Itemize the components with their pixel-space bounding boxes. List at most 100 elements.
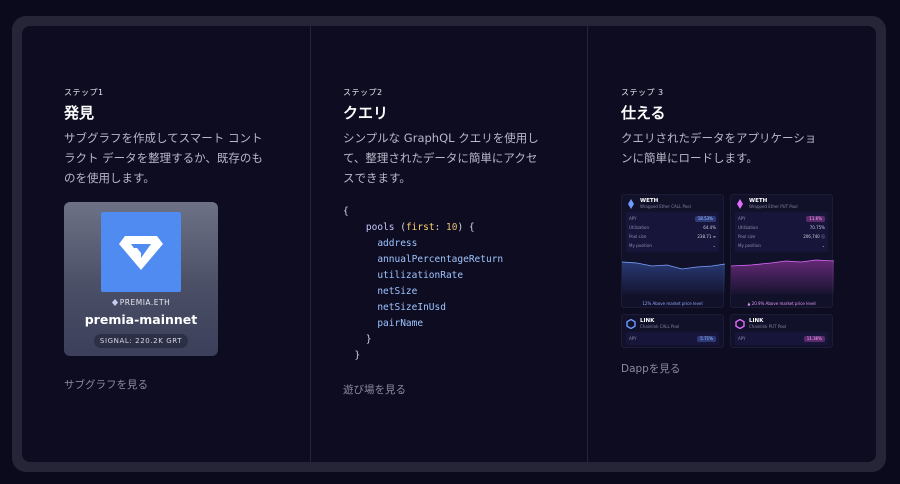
ens-icon <box>111 299 118 306</box>
desc-line: クエリされたデータをアプリケーショ <box>621 131 817 145</box>
step-label: ステップ1 <box>64 88 104 97</box>
row-value: 206,740 ⓢ <box>803 234 825 239</box>
code-line: address <box>343 236 503 252</box>
apy-label: APY <box>629 216 637 221</box>
subgraph-card[interactable]: PREMIA.ETH premia-mainnet SIGNAL: 220.2K… <box>64 202 218 356</box>
code-arg-name: first <box>405 222 435 233</box>
step-label: ステップ 3 <box>621 88 664 97</box>
row-value: 64.4% <box>703 225 716 230</box>
pool-stats: APY 5.71% <box>626 332 719 345</box>
step-query: ステップ2 クエリ シンプルな GraphQL クエリを使用し て、整理されたデ… <box>310 26 588 462</box>
code-brace: } <box>365 334 372 345</box>
step-title: クエリ <box>343 104 389 122</box>
premia-logo-icon <box>101 212 181 292</box>
price-chart <box>621 261 726 294</box>
chevron-down-icon: ⌄ <box>712 243 716 248</box>
code-field: annualPercentageReturn <box>377 254 504 265</box>
pool-footer: 12% Above market price level <box>642 301 703 306</box>
desc-line: のを使用します。 <box>64 171 155 185</box>
pool-card[interactable]: WETH Wrapped Ether CALL Pool APY 18.53% U… <box>621 194 726 308</box>
step-title: 仕える <box>621 104 666 122</box>
code-brace: { <box>343 206 349 217</box>
code-line: netSizeInUsd <box>343 300 503 316</box>
desc-line: ンに簡単にロードします。 <box>621 151 758 165</box>
row-value: 70.75% <box>809 225 825 230</box>
pool-row[interactable]: My position ⌄ <box>629 241 716 250</box>
subgraph-name: premia-mainnet <box>84 312 198 327</box>
apy-label: APY <box>738 336 746 341</box>
pool-row: APY 11.6% <box>738 214 825 223</box>
code-line: } <box>343 348 503 364</box>
pool-card[interactable]: LINK Chainlink PUT Pool APY 11.36% <box>730 314 833 348</box>
row-label: My position <box>629 243 652 248</box>
pool-row: Utilization 64.4% <box>629 223 716 232</box>
pool-subtitle: Chainlink PUT Pool <box>749 324 787 329</box>
row-label: My position <box>738 243 761 248</box>
subgraph-ens-name: PREMIA.ETH <box>64 298 218 307</box>
view-dapp-link[interactable]: Dappを見る <box>621 361 680 376</box>
apy-badge: 5.71% <box>697 335 716 342</box>
code-field: utilizationRate <box>377 270 464 281</box>
code-field: address <box>377 238 418 249</box>
desc-line: て、整理されたデータに簡単にアクセ <box>343 151 538 165</box>
desc-line: ラクト データを整理するか、既存のも <box>64 151 263 165</box>
code-line: netSize <box>343 284 503 300</box>
desc-line: スできます。 <box>343 171 411 185</box>
step-description: シンプルな GraphQL クエリを使用し て、整理されたデータに簡単にアクセ … <box>343 128 558 188</box>
pool-row: APY 11.36% <box>738 334 825 343</box>
code-line: utilizationRate <box>343 268 503 284</box>
pool-row: APY 5.71% <box>629 334 716 343</box>
ethereum-icon <box>628 198 634 209</box>
apy-badge: 11.6% <box>806 215 825 222</box>
ens-label: PREMIA.ETH <box>119 298 171 307</box>
step-title: 発見 <box>64 104 95 122</box>
row-label: Pool size <box>738 234 756 239</box>
chainlink-icon <box>626 318 636 329</box>
apy-label: APY <box>738 216 746 221</box>
row-label: Utilization <box>738 225 759 230</box>
code-field: netSizeInUsd <box>377 302 446 313</box>
step-description: サブグラフを作成してスマート コント ラクト データを整理するか、既存のも のを… <box>64 128 274 188</box>
chainlink-icon <box>735 318 745 329</box>
pool-row: Pool size 238.71 ≡ <box>629 232 716 241</box>
code-entity: pools <box>365 222 395 233</box>
code-line: annualPercentageReturn <box>343 252 503 268</box>
row-label: Pool size <box>629 234 647 239</box>
pool-header: LINK Chainlink PUT Pool <box>731 315 832 332</box>
step-description: クエリされたデータをアプリケーショ ンに簡単にロードします。 <box>621 128 851 168</box>
pool-row: Pool size 206,740 ⓢ <box>738 232 825 241</box>
code-line: pools (first: 10) { <box>365 222 475 233</box>
pool-card[interactable]: LINK Chainlink CALL Pool APY 5.71% <box>621 314 724 348</box>
row-label: Utilization <box>629 225 650 230</box>
code-line: } <box>343 332 503 348</box>
subgraph-signal-badge: SIGNAL: 220.2K GRT <box>94 334 188 348</box>
ethereum-icon <box>737 198 743 209</box>
pool-card[interactable]: WETH Wrapped Ether PUT Pool APY 11.6% Uti… <box>730 194 835 308</box>
desc-line: サブグラフを作成してスマート コント <box>64 131 263 145</box>
view-playground-link[interactable]: 遊び場を見る <box>343 382 406 397</box>
step-discover: ステップ1 発見 サブグラフを作成してスマート コント ラクト データを整理する… <box>22 26 310 462</box>
row-value: 238.71 ≡ <box>697 234 716 239</box>
step-serve: ステップ 3 仕える クエリされたデータをアプリケーショ ンに簡単にロードします… <box>588 26 876 462</box>
pool-stats: APY 18.53% Utilization 64.4% Pool size 238.… <box>626 212 719 252</box>
pool-header: WETH Wrapped Ether PUT Pool <box>731 195 832 212</box>
pool-subtitle: Chainlink CALL Pool <box>640 324 680 329</box>
steps-panel: ステップ1 発見 サブグラフを作成してスマート コント ラクト データを整理する… <box>22 26 876 462</box>
pool-row: APY 18.53% <box>629 214 716 223</box>
steps-container: ステップ1 発見 サブグラフを作成してスマート コント ラクト データを整理する… <box>12 16 886 472</box>
pool-footer: ▲ 20.9% Above market price level <box>747 301 816 306</box>
graphql-query-code: { pools (first: 10) { address annualPerc… <box>343 204 503 364</box>
pool-row: Utilization 70.75% <box>738 223 825 232</box>
pool-stats: APY 11.6% Utilization 70.75% Pool size 206,… <box>735 212 828 252</box>
code-line: { <box>343 204 503 220</box>
desc-line: シンプルな GraphQL クエリを使用し <box>343 131 539 145</box>
dapp-preview: WETH Wrapped Ether CALL Pool APY 18.53% U… <box>621 194 837 350</box>
pool-row[interactable]: My position ⌄ <box>738 241 825 250</box>
view-subgraph-link[interactable]: サブグラフを見る <box>64 377 148 392</box>
pool-header: WETH Wrapped Ether CALL Pool <box>622 195 723 212</box>
price-chart <box>730 259 835 294</box>
apy-badge: 11.36% <box>803 335 825 342</box>
apy-label: APY <box>629 336 637 341</box>
pool-subtitle: Wrapped Ether CALL Pool <box>640 204 691 209</box>
code-line: pairName <box>343 316 503 332</box>
